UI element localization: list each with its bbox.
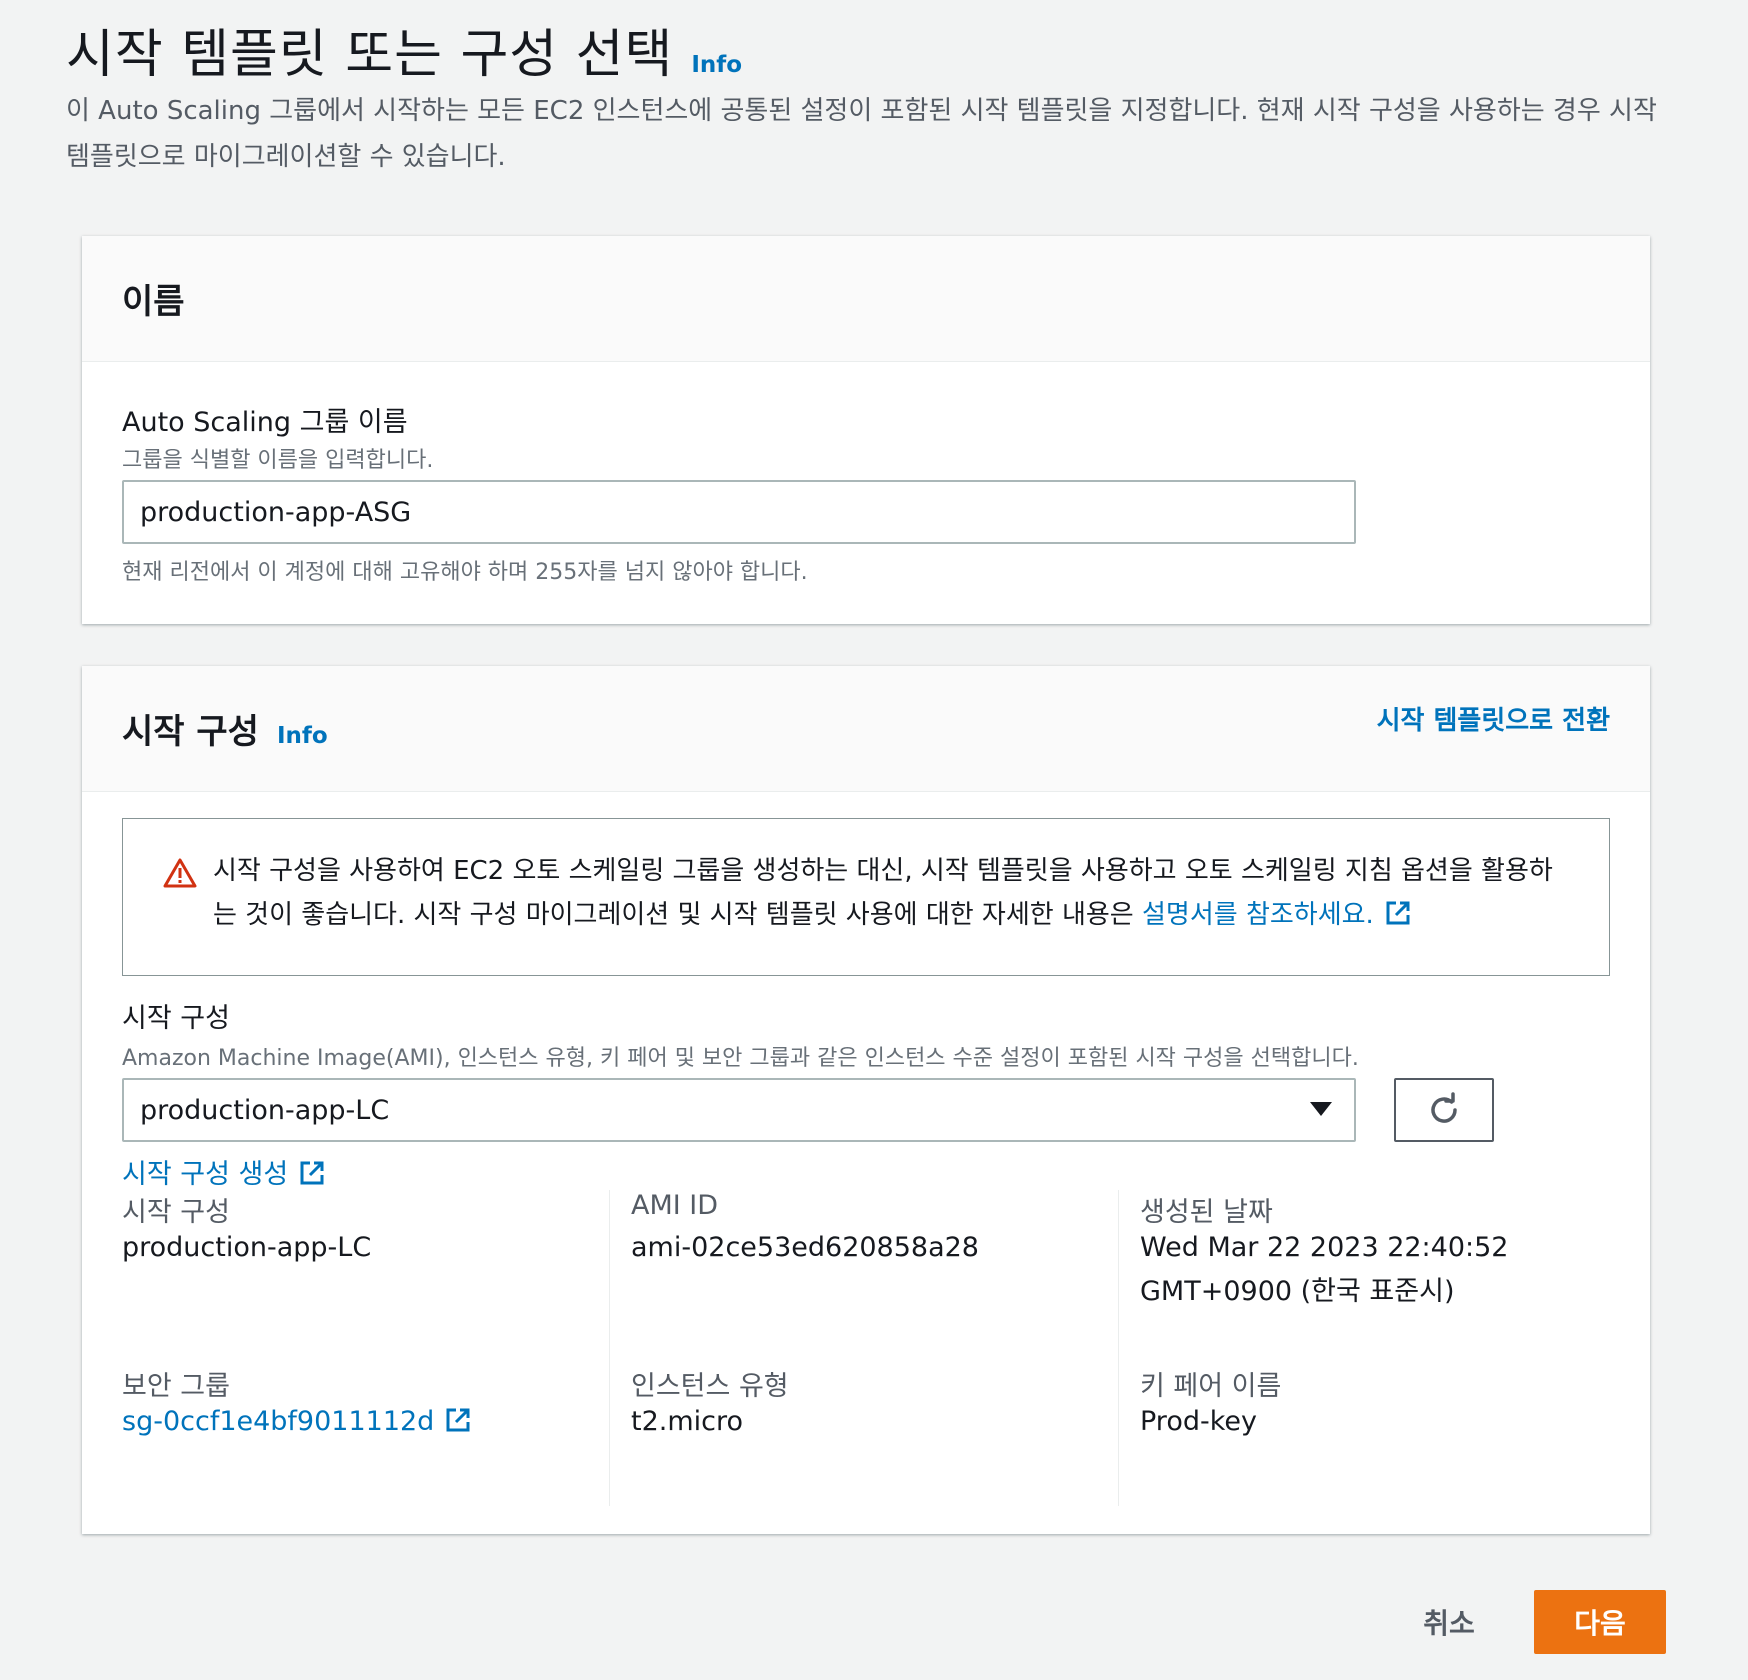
asg-name-input[interactable]: production-app-ASG [122,480,1356,544]
instance-type-value: t2.micro [631,1406,744,1437]
documentation-link[interactable]: 설명서를 참조하세요. [1142,900,1412,930]
switch-to-template-link[interactable]: 시작 템플릿으로 전환 [1377,700,1610,737]
cancel-button[interactable]: 취소 [1406,1590,1492,1654]
warning-alert-text: 시작 구성을 사용하여 EC2 오토 스케일링 그룹을 생성하는 대신, 시작 … [213,849,1573,937]
create-launch-config-link[interactable]: 시작 구성 생성 [122,1152,326,1191]
launch-config-key: 시작 구성 [122,1197,230,1228]
name-section-title: 이름 [122,282,185,322]
page: 시작 템플릿 또는 구성 선택 Info 이 Auto Scaling 그룹에서… [0,0,1748,1680]
caret-down-icon [1310,1102,1332,1116]
warning-alert: 시작 구성을 사용하여 EC2 오토 스케일링 그룹을 생성하는 대신, 시작 … [122,818,1610,976]
launch-config-value: production-app-LC [122,1232,372,1263]
external-link-icon [1386,901,1410,925]
ami-id-key: AMI ID [631,1190,719,1221]
launch-config-container-header: 시작 구성 Info 시작 템플릿으로 전환 [82,666,1650,792]
launch-config-select-value: production-app-LC [140,1094,390,1126]
launch-config-info-link[interactable]: Info [277,723,328,749]
launch-config-select[interactable]: production-app-LC [122,1078,1356,1142]
created-date-key: 생성된 날짜 [1140,1197,1273,1228]
ami-id-value: ami-02ce53ed620858a28 [631,1232,979,1263]
name-container-header: 이름 [82,236,1650,362]
refresh-button[interactable] [1394,1078,1494,1142]
documentation-link-label: 설명서를 참조하세요. [1142,900,1374,930]
page-header: 시작 템플릿 또는 구성 선택 Info [66,12,742,87]
launch-config-select-label: 시작 구성 [122,1003,230,1034]
column-divider [609,1190,610,1506]
page-title: 시작 템플릿 또는 구성 선택 [66,25,674,85]
create-launch-config-label: 시작 구성 생성 [122,1159,289,1190]
key-pair-key: 키 페어 이름 [1140,1371,1282,1402]
launch-config-heading: 시작 구성 Info [122,704,328,753]
column-divider [1118,1190,1119,1506]
security-group-link[interactable]: sg-0ccf1e4bf9011112d [122,1400,472,1444]
details-column-3: 생성된 날짜 Wed Mar 22 2023 22:40:52 GMT+0900… [1140,1190,1610,1506]
external-link-icon [300,1161,324,1185]
asg-name-description: 그룹을 식별할 이름을 입력합니다. [122,448,434,473]
launch-config-section-title: 시작 구성 [122,712,259,752]
key-pair-value: Prod-key [1140,1406,1257,1437]
refresh-icon [1431,1092,1457,1123]
created-date-line2: GMT+0900 (한국 표준시) [1140,1276,1455,1307]
details-column-2: AMI ID ami-02ce53ed620858a28 인스턴스 유형 t2.… [631,1190,1101,1506]
next-button[interactable]: 다음 [1534,1590,1666,1654]
warning-icon [163,858,197,888]
name-container: 이름 Auto Scaling 그룹 이름 그룹을 식별할 이름을 입력합니다.… [82,236,1650,624]
page-description: 이 Auto Scaling 그룹에서 시작하는 모든 EC2 인스턴스에 공통… [66,96,1657,172]
instance-type-key: 인스턴스 유형 [631,1371,789,1402]
asg-name-label: Auto Scaling 그룹 이름 [122,407,408,438]
launch-config-select-description: Amazon Machine Image(AMI), 인스턴스 유형, 키 페어… [122,1046,1359,1071]
asg-name-input-value: production-app-ASG [140,496,412,528]
created-date-line1: Wed Mar 22 2023 22:40:52 [1140,1232,1509,1263]
security-group-key: 보안 그룹 [122,1371,230,1402]
page-info-link[interactable]: Info [691,52,742,78]
details-column-1: 시작 구성 production-app-LC 보안 그룹 sg-0ccf1e4… [122,1190,592,1506]
asg-name-constraint: 현재 리전에서 이 계정에 대해 고유해야 하며 255자를 넘지 않아야 합니… [122,560,808,585]
launch-config-container: 시작 구성 Info 시작 템플릿으로 전환 시작 구성을 사용하여 EC2 오… [82,666,1650,1534]
security-group-value: sg-0ccf1e4bf9011112d [122,1406,435,1437]
external-link-icon [446,1408,470,1432]
